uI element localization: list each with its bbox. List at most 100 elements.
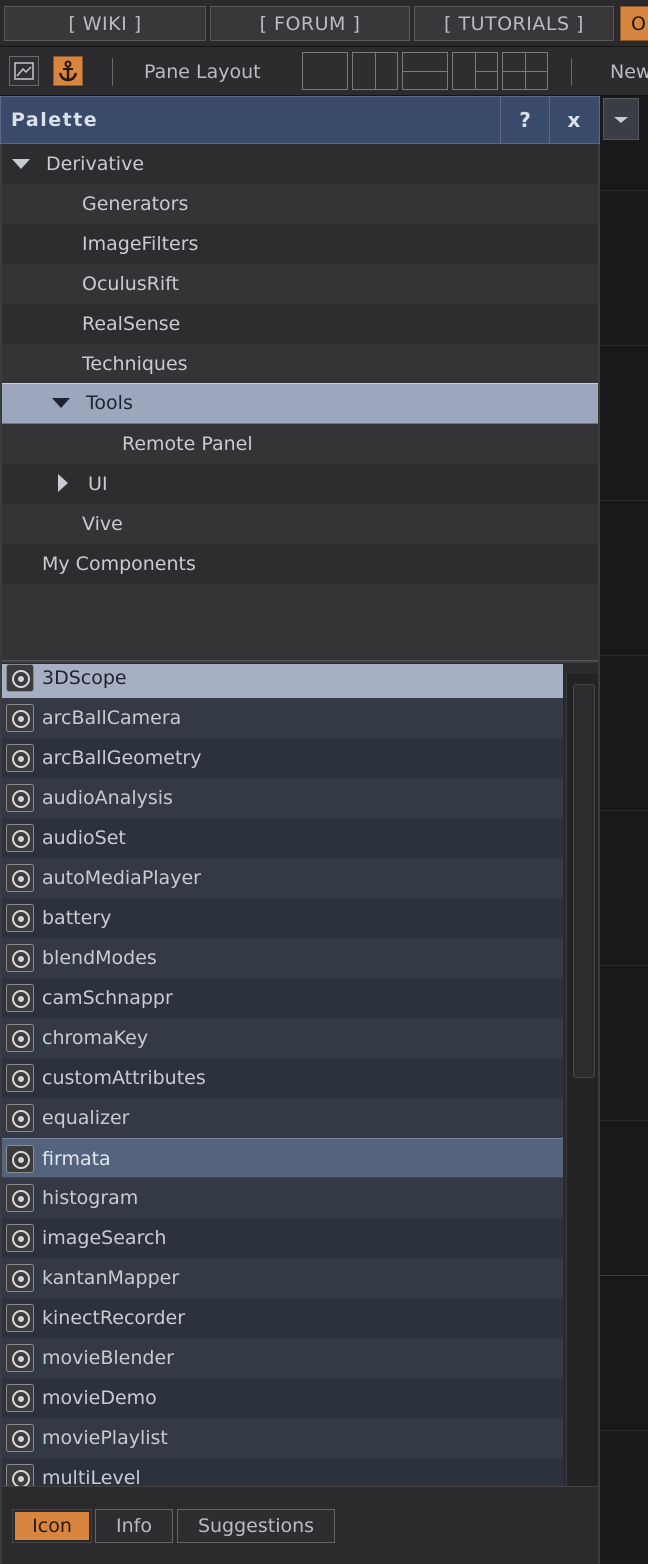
component-icon: [6, 864, 34, 892]
component-list-item[interactable]: movieBlender: [2, 1338, 563, 1378]
component-icon: [6, 784, 34, 812]
chevron-right-icon[interactable]: [58, 474, 68, 492]
component-list-item[interactable]: imageSearch: [2, 1218, 563, 1258]
component-icon: [6, 1024, 34, 1052]
component-list-item[interactable]: moviePlaylist: [2, 1418, 563, 1458]
component-icon: [6, 904, 34, 932]
pane-menu-dropdown[interactable]: [603, 98, 639, 140]
component-list: 3DScope arcBallCamera arcBallGeometry audio…: [2, 664, 598, 1486]
tab-icon[interactable]: Icon: [12, 1509, 92, 1543]
component-label: arcBallCamera: [42, 707, 182, 729]
component-icon: [6, 1464, 34, 1486]
component-label: autoMediaPlayer: [42, 867, 201, 889]
component-list-item[interactable]: customAttributes: [2, 1058, 563, 1098]
component-icon: [6, 1264, 34, 1292]
tree-item-remote-panel[interactable]: Remote Panel: [2, 424, 598, 464]
tree-item-techniques[interactable]: Techniques: [2, 344, 598, 384]
tree-item-vive[interactable]: Vive: [2, 504, 598, 544]
layout-single-button[interactable]: [302, 52, 348, 90]
component-list-item[interactable]: kantanMapper: [2, 1258, 563, 1298]
more-nav-button[interactable]: O: [620, 6, 648, 41]
component-list-item[interactable]: arcBallGeometry: [2, 738, 563, 778]
new-button[interactable]: New: [610, 58, 648, 86]
component-icon: [6, 664, 34, 692]
component-list-item[interactable]: kinectRecorder: [2, 1298, 563, 1338]
component-list-item[interactable]: arcBallCamera: [2, 698, 563, 738]
component-list-item[interactable]: equalizer: [2, 1098, 563, 1138]
tree-item-imagefilters[interactable]: ImageFilters: [2, 224, 598, 264]
tree-item-derivative[interactable]: Derivative: [2, 144, 598, 184]
component-list-item[interactable]: 3DScope: [2, 664, 563, 698]
component-list-item[interactable]: firmata: [2, 1138, 563, 1178]
component-label: audioSet: [42, 827, 126, 849]
component-icon: [6, 1304, 34, 1332]
divider: [600, 500, 648, 501]
component-list-item[interactable]: camSchnappr: [2, 978, 563, 1018]
component-icon: [6, 744, 34, 772]
tree-item-my-components[interactable]: My Components: [2, 544, 598, 584]
component-list-item[interactable]: audioSet: [2, 818, 563, 858]
component-label: audioAnalysis: [42, 787, 173, 809]
tree-empty-area: [2, 584, 598, 660]
divider: [600, 1120, 648, 1121]
chevron-down-icon: [52, 397, 70, 408]
component-label: customAttributes: [42, 1067, 206, 1089]
chevron-down-icon: [12, 158, 30, 169]
anchor-icon[interactable]: [53, 56, 83, 86]
panel-toggle-icon[interactable]: [9, 56, 39, 86]
tree-item-oculusrift[interactable]: OculusRift: [2, 264, 598, 304]
component-list-item[interactable]: chromaKey: [2, 1018, 563, 1058]
component-icon: [6, 1384, 34, 1412]
component-label: camSchnappr: [42, 987, 173, 1009]
component-list-item[interactable]: blendModes: [2, 938, 563, 978]
palette-close-button[interactable]: x: [549, 96, 598, 144]
component-label: chromaKey: [42, 1027, 149, 1049]
component-label: moviePlaylist: [42, 1427, 168, 1449]
pane-splitter[interactable]: [2, 660, 598, 663]
component-list-item[interactable]: movieDemo: [2, 1378, 563, 1418]
component-label: firmata: [42, 1148, 111, 1170]
divider: [600, 1430, 648, 1431]
divider: [600, 655, 648, 656]
component-label: 3DScope: [42, 667, 127, 689]
scrollbar-thumb[interactable]: [573, 684, 595, 1078]
component-list-item[interactable]: audioAnalysis: [2, 778, 563, 818]
component-label: equalizer: [42, 1107, 130, 1129]
layout-split-vertical-button[interactable]: [352, 52, 398, 90]
tutorials-button[interactable]: [ TUTORIALS ]: [414, 6, 614, 41]
wiki-button[interactable]: [ WIKI ]: [4, 6, 206, 41]
component-icon: [6, 824, 34, 852]
component-label: blendModes: [42, 947, 157, 969]
layout-three-pane-button[interactable]: [452, 52, 498, 90]
component-icon: [6, 704, 34, 732]
component-icon: [6, 1104, 34, 1132]
forum-button[interactable]: [ FORUM ]: [210, 6, 410, 41]
component-list-item[interactable]: battery: [2, 898, 563, 938]
divider: [600, 345, 648, 346]
toolbar-separator: [571, 58, 572, 86]
tree-item-tools[interactable]: Tools: [2, 383, 598, 424]
tree-item-ui[interactable]: UI: [2, 464, 598, 504]
tree-item-realsense[interactable]: RealSense: [2, 304, 598, 344]
component-list-item[interactable]: histogram: [2, 1178, 563, 1218]
palette-help-button[interactable]: ?: [500, 96, 549, 144]
layout-four-pane-button[interactable]: [502, 52, 548, 90]
component-list-item[interactable]: multiLevel: [2, 1458, 563, 1486]
component-label: kantanMapper: [42, 1267, 180, 1289]
tab-info[interactable]: Info: [95, 1509, 173, 1543]
pane-layout-label: Pane Layout: [144, 61, 261, 83]
component-label: histogram: [42, 1187, 139, 1209]
layout-split-horizontal-button[interactable]: [402, 52, 448, 90]
component-icon: [6, 1344, 34, 1372]
tab-suggestions[interactable]: Suggestions: [177, 1509, 335, 1543]
tree-item-generators[interactable]: Generators: [2, 184, 598, 224]
component-label: movieBlender: [42, 1347, 174, 1369]
component-label: multiLevel: [42, 1467, 141, 1486]
component-label: arcBallGeometry: [42, 747, 202, 769]
component-icon: [6, 1064, 34, 1092]
component-label: kinectRecorder: [42, 1307, 186, 1329]
component-list-item[interactable]: autoMediaPlayer: [2, 858, 563, 898]
divider: [600, 190, 648, 191]
component-icon: [6, 1424, 34, 1452]
divider: [600, 810, 648, 811]
